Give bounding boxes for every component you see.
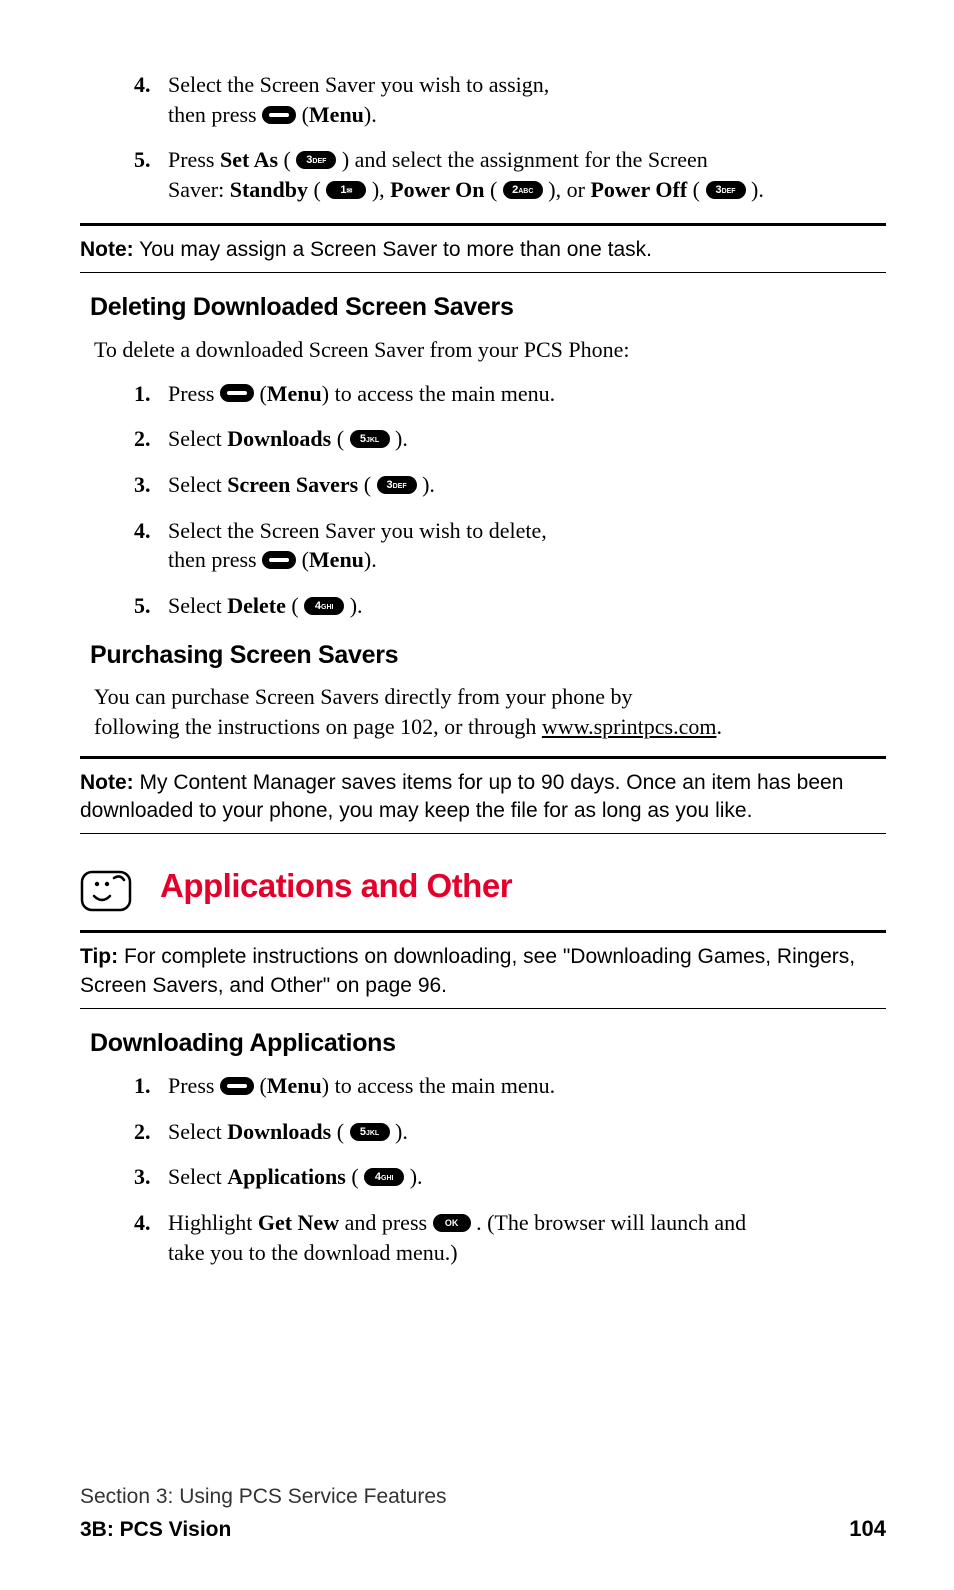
step-number: 2. bbox=[134, 424, 151, 454]
note-assign: Note: You may assign a Screen Saver to m… bbox=[80, 236, 886, 264]
step-number: 3. bbox=[134, 470, 151, 500]
step-4: 4. Select the Screen Saver you wish to a… bbox=[80, 70, 886, 129]
divider bbox=[80, 930, 886, 933]
section-title: Applications and Other bbox=[160, 864, 512, 909]
applications-icon bbox=[80, 866, 132, 912]
heading-downloading-apps: Downloading Applications bbox=[90, 1027, 886, 1061]
step-number: 5. bbox=[134, 591, 151, 621]
tip-text: For complete instructions on downloading… bbox=[80, 945, 855, 996]
key-3def-icon: 3DEF bbox=[377, 476, 417, 494]
heading-purchasing: Purchasing Screen Savers bbox=[90, 639, 886, 673]
page-footer: Section 3: Using PCS Service Features 3B… bbox=[80, 1483, 886, 1544]
note-content-manager: Note: My Content Manager saves items for… bbox=[80, 769, 886, 826]
divider bbox=[80, 833, 886, 834]
footer-subsection: 3B: PCS Vision bbox=[80, 1516, 231, 1544]
deleting-steps: 1. Press (Menu) to access the main menu.… bbox=[80, 379, 886, 621]
menu-key-icon bbox=[262, 551, 296, 569]
step-number: 5. bbox=[134, 145, 151, 175]
step-2: 2. Select Downloads ( 5JKL ). bbox=[80, 424, 886, 454]
step-number: 4. bbox=[134, 516, 151, 546]
key-1-icon: 1✉ bbox=[326, 181, 366, 199]
step-text: Select the Screen Saver you wish to assi… bbox=[168, 72, 549, 97]
step-number: 1. bbox=[134, 1071, 151, 1101]
step-number: 3. bbox=[134, 1162, 151, 1192]
note-text: You may assign a Screen Saver to more th… bbox=[134, 238, 652, 261]
divider bbox=[80, 223, 886, 226]
step-3: 3. Select Screen Savers ( 3DEF ). bbox=[80, 470, 886, 500]
footer-section-line: Section 3: Using PCS Service Features bbox=[80, 1483, 886, 1511]
step-2: 2. Select Downloads ( 5JKL ). bbox=[80, 1117, 886, 1147]
step-4: 4. Highlight Get New and press OK . (The… bbox=[80, 1208, 886, 1267]
ok-key-icon: OK bbox=[433, 1214, 471, 1232]
step-number: 4. bbox=[134, 70, 151, 100]
heading-deleting: Deleting Downloaded Screen Savers bbox=[90, 291, 886, 325]
step-1: 1. Press (Menu) to access the main menu. bbox=[80, 379, 886, 409]
key-4ghi-icon: 4GHI bbox=[364, 1168, 404, 1186]
assign-screensaver-steps: 4. Select the Screen Saver you wish to a… bbox=[80, 70, 886, 205]
step-1: 1. Press (Menu) to access the main menu. bbox=[80, 1071, 886, 1101]
note-label: Note: bbox=[80, 771, 134, 794]
downloading-steps: 1. Press (Menu) to access the main menu.… bbox=[80, 1071, 886, 1267]
note-text: My Content Manager saves items for up to… bbox=[80, 771, 843, 822]
step-text: Saver: Standby ( 1✉ ), Power On ( 2ABC )… bbox=[168, 177, 764, 202]
step-number: 1. bbox=[134, 379, 151, 409]
step-3: 3. Select Applications ( 4GHI ). bbox=[80, 1162, 886, 1192]
key-5jkl-icon: 5JKL bbox=[350, 1123, 390, 1141]
step-number: 2. bbox=[134, 1117, 151, 1147]
tip-label: Tip: bbox=[80, 945, 118, 968]
key-5jkl-icon: 5JKL bbox=[350, 430, 390, 448]
step-text: then press (Menu). bbox=[168, 102, 377, 127]
deleting-intro: To delete a downloaded Screen Saver from… bbox=[94, 335, 886, 365]
key-2abc-icon: 2ABC bbox=[503, 181, 543, 199]
key-3def-icon: 3DEF bbox=[706, 181, 746, 199]
step-number: 4. bbox=[134, 1208, 151, 1238]
key-3def-icon: 3DEF bbox=[296, 151, 336, 169]
tip-downloading: Tip: For complete instructions on downlo… bbox=[80, 943, 886, 1000]
divider bbox=[80, 1008, 886, 1009]
step-4: 4. Select the Screen Saver you wish to d… bbox=[80, 516, 886, 575]
sprintpcs-link[interactable]: www.sprintpcs.com bbox=[542, 714, 717, 739]
divider bbox=[80, 756, 886, 759]
step-text: Press Set As ( 3DEF ) and select the ass… bbox=[168, 147, 708, 172]
divider bbox=[80, 272, 886, 273]
step-5: 5. Select Delete ( 4GHI ). bbox=[80, 591, 886, 621]
menu-key-icon bbox=[220, 1077, 254, 1095]
page-number: 104 bbox=[849, 1514, 886, 1544]
step-5: 5. Press Set As ( 3DEF ) and select the … bbox=[80, 145, 886, 204]
menu-key-icon bbox=[262, 106, 296, 124]
section-header: Applications and Other bbox=[80, 860, 886, 912]
key-4ghi-icon: 4GHI bbox=[304, 597, 344, 615]
note-label: Note: bbox=[80, 238, 134, 261]
menu-key-icon bbox=[220, 384, 254, 402]
purchasing-text: You can purchase Screen Savers directly … bbox=[94, 682, 886, 741]
